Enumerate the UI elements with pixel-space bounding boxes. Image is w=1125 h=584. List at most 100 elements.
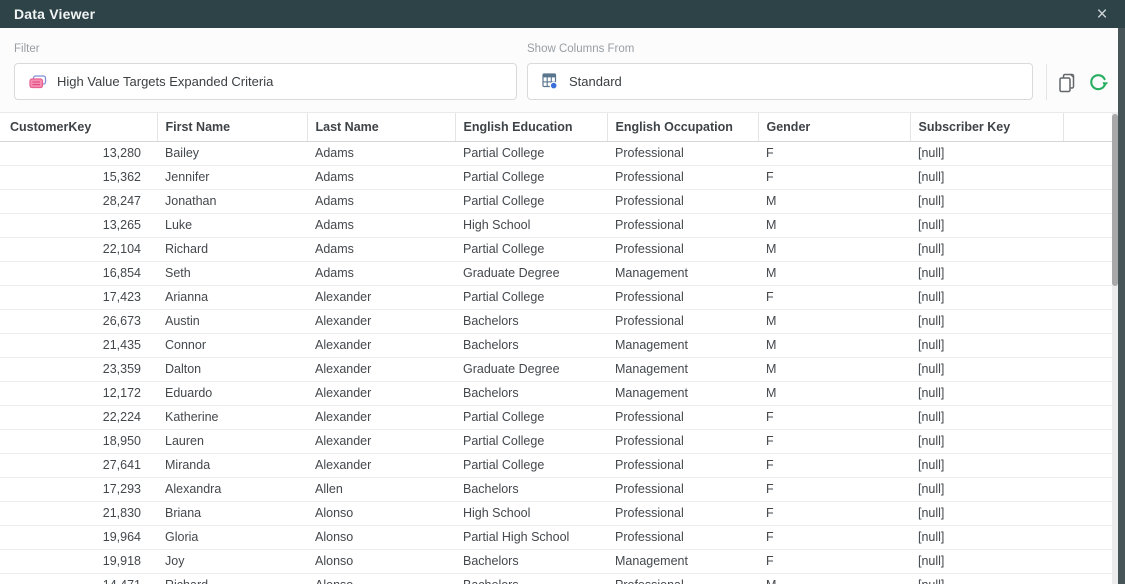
table-cell: Professional xyxy=(607,189,758,213)
window-title: Data Viewer xyxy=(14,6,95,22)
table-cell-filler xyxy=(1063,285,1112,309)
filter-select[interactable]: High Value Targets Expanded Criteria xyxy=(14,63,517,100)
table-row[interactable]: 21,830BrianaAlonsoHigh SchoolProfessiona… xyxy=(0,501,1112,525)
table-row[interactable]: 21,435ConnorAlexanderBachelorsManagement… xyxy=(0,333,1112,357)
table-row[interactable]: 14,471RichardAlonsoBachelorsProfessional… xyxy=(0,573,1112,584)
table-cell: Seth xyxy=(157,261,307,285)
refresh-icon xyxy=(1088,72,1109,98)
table-cell: 23,359 xyxy=(0,357,157,381)
table-cell-filler xyxy=(1063,405,1112,429)
table-row[interactable]: 19,964GloriaAlonsoPartial High SchoolPro… xyxy=(0,525,1112,549)
table-cell: Graduate Degree xyxy=(455,261,607,285)
table-cell: Management xyxy=(607,357,758,381)
table-cell: M xyxy=(758,189,910,213)
column-header[interactable]: CustomerKey xyxy=(0,113,157,141)
table-cell: F xyxy=(758,165,910,189)
table-cell-filler xyxy=(1063,381,1112,405)
table-cell: Alexander xyxy=(307,333,455,357)
table-cell: Professional xyxy=(607,453,758,477)
table-cell: [null] xyxy=(910,237,1063,261)
table-row[interactable]: 23,359DaltonAlexanderGraduate DegreeMana… xyxy=(0,357,1112,381)
table-row[interactable]: 27,641MirandaAlexanderPartial CollegePro… xyxy=(0,453,1112,477)
table-row[interactable]: 15,362JenniferAdamsPartial CollegeProfes… xyxy=(0,165,1112,189)
table-cell: [null] xyxy=(910,189,1063,213)
table-cell: M xyxy=(758,381,910,405)
table-cell: Professional xyxy=(607,525,758,549)
table-row[interactable]: 17,423AriannaAlexanderPartial CollegePro… xyxy=(0,285,1112,309)
table-cell: 28,247 xyxy=(0,189,157,213)
filter-value: High Value Targets Expanded Criteria xyxy=(57,74,273,89)
table-cell: Richard xyxy=(157,573,307,584)
table-cell: [null] xyxy=(910,405,1063,429)
table-cell-filler xyxy=(1063,573,1112,584)
table-cell: 12,172 xyxy=(0,381,157,405)
table-cell: Connor xyxy=(157,333,307,357)
column-header[interactable]: English Occupation xyxy=(607,113,758,141)
table-cell: F xyxy=(758,477,910,501)
table-cell: F xyxy=(758,141,910,165)
table-cell: [null] xyxy=(910,333,1063,357)
table-cell: Adams xyxy=(307,141,455,165)
table-cell: M xyxy=(758,333,910,357)
table-cell: M xyxy=(758,261,910,285)
column-header[interactable]: Subscriber Key xyxy=(910,113,1063,141)
table-row[interactable]: 19,918JoyAlonsoBachelorsManagementF[null… xyxy=(0,549,1112,573)
table-cell: M xyxy=(758,573,910,584)
table-cell: Lauren xyxy=(157,429,307,453)
column-header[interactable]: First Name xyxy=(157,113,307,141)
table-cell-filler xyxy=(1063,453,1112,477)
table-cell: [null] xyxy=(910,309,1063,333)
table-row[interactable]: 18,950LaurenAlexanderPartial CollegeProf… xyxy=(0,429,1112,453)
table-cell: Alonso xyxy=(307,525,455,549)
table-cell: Alexander xyxy=(307,357,455,381)
table-cell: Partial High School xyxy=(455,525,607,549)
table-cell: Adams xyxy=(307,165,455,189)
table-cell: M xyxy=(758,309,910,333)
table-cell: M xyxy=(758,357,910,381)
table-cell: F xyxy=(758,405,910,429)
table-cell: Adams xyxy=(307,237,455,261)
table-cell-filler xyxy=(1063,525,1112,549)
table-cell-filler xyxy=(1063,333,1112,357)
refresh-button[interactable] xyxy=(1085,72,1111,98)
copy-button[interactable] xyxy=(1054,72,1080,98)
table-cell: Professional xyxy=(607,429,758,453)
table-cell: Bachelors xyxy=(455,309,607,333)
table-row[interactable]: 17,293AlexandraAllenBachelorsProfessiona… xyxy=(0,477,1112,501)
column-header[interactable]: Gender xyxy=(758,113,910,141)
table-cell-filler xyxy=(1063,141,1112,165)
table-row[interactable]: 16,854SethAdamsGraduate DegreeManagement… xyxy=(0,261,1112,285)
table-row[interactable]: 22,224KatherineAlexanderPartial CollegeP… xyxy=(0,405,1112,429)
table-cell: F xyxy=(758,285,910,309)
table-cell-filler xyxy=(1063,501,1112,525)
table-cell: 13,280 xyxy=(0,141,157,165)
table-cell: [null] xyxy=(910,285,1063,309)
table-cell: M xyxy=(758,213,910,237)
table-row[interactable]: 26,673AustinAlexanderBachelorsProfession… xyxy=(0,309,1112,333)
table-row[interactable]: 13,265LukeAdamsHigh SchoolProfessionalM[… xyxy=(0,213,1112,237)
table-cell: F xyxy=(758,501,910,525)
table-cell: Adams xyxy=(307,189,455,213)
table-row[interactable]: 12,172EduardoAlexanderBachelorsManagemen… xyxy=(0,381,1112,405)
table-cell: Katherine xyxy=(157,405,307,429)
table-cell: 21,435 xyxy=(0,333,157,357)
table-cell: 17,423 xyxy=(0,285,157,309)
table-cell: 22,104 xyxy=(0,237,157,261)
table-cell: [null] xyxy=(910,573,1063,584)
table-cell: Professional xyxy=(607,477,758,501)
column-header[interactable]: English Education xyxy=(455,113,607,141)
columns-select[interactable]: Standard xyxy=(527,63,1033,100)
table-cell: Partial College xyxy=(455,453,607,477)
table-row[interactable]: 22,104RichardAdamsPartial CollegeProfess… xyxy=(0,237,1112,261)
table-cell: 26,673 xyxy=(0,309,157,333)
column-header[interactable]: Last Name xyxy=(307,113,455,141)
table-cell: Partial College xyxy=(455,237,607,261)
header-row: CustomerKeyFirst NameLast NameEnglish Ed… xyxy=(0,113,1112,141)
table-cell: Joy xyxy=(157,549,307,573)
table-cell: Bachelors xyxy=(455,573,607,584)
close-button[interactable]: × xyxy=(1091,2,1113,26)
table-row[interactable]: 28,247JonathanAdamsPartial CollegeProfes… xyxy=(0,189,1112,213)
table-cell: Arianna xyxy=(157,285,307,309)
table-cell: M xyxy=(758,237,910,261)
table-row[interactable]: 13,280BaileyAdamsPartial CollegeProfessi… xyxy=(0,141,1112,165)
